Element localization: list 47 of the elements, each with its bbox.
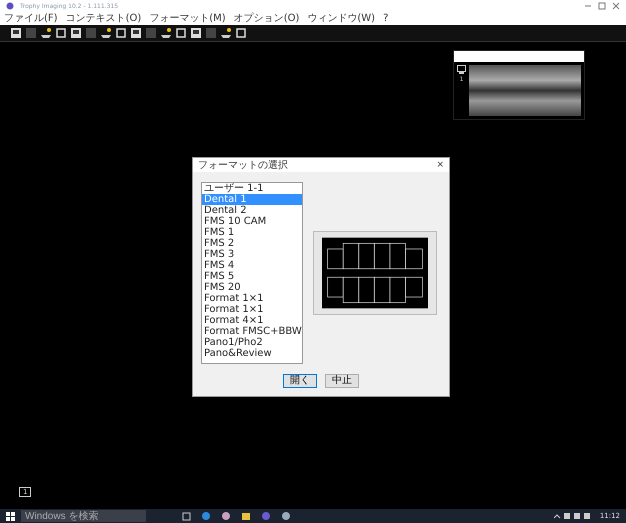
app-icon	[6, 2, 14, 10]
toolbar-icon[interactable]	[175, 27, 187, 39]
toolbar-icon[interactable]	[160, 27, 172, 39]
list-item[interactable]: Dental 2	[202, 205, 302, 216]
task-view-icon[interactable]	[182, 512, 191, 520]
menu-item[interactable]: フォーマット(M)	[149, 12, 226, 24]
menu-item[interactable]: ウィンドウ(W)	[307, 12, 376, 24]
menu-item[interactable]: オプション(O)	[234, 12, 300, 24]
list-item[interactable]: FMS 10 CAM	[202, 216, 302, 227]
list-item[interactable]: Format FMSC+BBW	[202, 326, 302, 337]
list-item[interactable]: Pano&Review	[202, 348, 302, 359]
folder-icon[interactable]	[241, 511, 251, 521]
menu-item[interactable]: コンテキスト(O)	[66, 12, 142, 24]
toolbar-icon[interactable]	[235, 27, 247, 39]
search-field[interactable]: Windows を検索	[21, 510, 146, 522]
toolbar-icon[interactable]	[220, 27, 232, 39]
browser-icon[interactable]	[201, 511, 211, 521]
list-item[interactable]: FMS 3	[202, 249, 302, 260]
app-icon[interactable]	[221, 511, 231, 521]
toolbar-icon[interactable]	[55, 27, 67, 39]
toolbar-icon[interactable]	[100, 27, 112, 39]
list-item[interactable]: FMS 1	[202, 227, 302, 238]
windows-logo-icon[interactable]	[6, 512, 15, 520]
close-button[interactable]: ×	[436, 160, 444, 170]
toolbar-icon[interactable]	[190, 27, 202, 39]
list-item[interactable]: Pano1/Pho2	[202, 337, 302, 348]
list-item[interactable]: Format 1×1	[202, 304, 302, 315]
list-item[interactable]: ユーザー 1-1	[202, 183, 302, 194]
dialog-button[interactable]: 開く	[283, 374, 317, 388]
close-icon[interactable]	[612, 2, 620, 10]
list-item[interactable]: FMS 4	[202, 260, 302, 271]
list-item[interactable]: Format 1×1	[202, 293, 302, 304]
list-item[interactable]: FMS 5	[202, 271, 302, 282]
toolbar-icon[interactable]	[10, 27, 22, 39]
computer-icon[interactable]	[457, 65, 466, 74]
toolbar-icon[interactable]	[115, 27, 127, 39]
toolbar-icon[interactable]	[130, 27, 142, 39]
menu-item[interactable]: ?	[383, 12, 388, 24]
list-item[interactable]: FMS 20	[202, 282, 302, 293]
dialog-button[interactable]: 中止	[325, 374, 359, 388]
toolbar-icon[interactable]	[70, 27, 82, 39]
list-item[interactable]: Format 4×1	[202, 315, 302, 326]
maximize-icon[interactable]	[598, 2, 606, 10]
dialog-title: フォーマットの選択	[198, 159, 288, 172]
toolbar-icon[interactable]	[40, 27, 52, 39]
menu-item[interactable]: ファイル(F)	[4, 12, 58, 24]
list-item[interactable]: FMS 2	[202, 238, 302, 249]
